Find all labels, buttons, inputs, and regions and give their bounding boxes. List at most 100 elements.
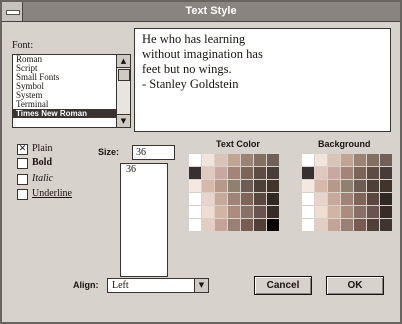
text-color-swatch[interactable] [202, 167, 214, 179]
background-color-swatch[interactable] [367, 219, 379, 231]
text-color-swatch[interactable] [267, 193, 279, 205]
background-color-swatch[interactable] [380, 154, 392, 166]
background-color-swatch[interactable] [367, 193, 379, 205]
down-arrow-icon[interactable]: ▼ [194, 278, 209, 293]
text-color-swatch[interactable] [254, 219, 266, 231]
background-color-swatch[interactable] [315, 167, 327, 179]
background-color-swatch[interactable] [328, 219, 340, 231]
background-color-swatch[interactable] [302, 167, 314, 179]
background-color-swatch[interactable] [354, 180, 366, 192]
underline-checkbox[interactable] [17, 189, 28, 200]
text-color-swatch[interactable] [241, 206, 253, 218]
text-color-swatch[interactable] [228, 219, 240, 231]
text-color-swatch[interactable] [254, 206, 266, 218]
text-color-swatch[interactable] [215, 154, 227, 166]
background-color-swatch[interactable] [367, 180, 379, 192]
background-color-swatch[interactable] [328, 167, 340, 179]
text-color-swatch[interactable] [241, 154, 253, 166]
text-color-swatch[interactable] [267, 219, 279, 231]
text-color-swatch[interactable] [254, 154, 266, 166]
font-list-scrollbar[interactable]: ▲ ▼ [116, 55, 130, 127]
background-color-swatch[interactable] [315, 206, 327, 218]
size-listbox[interactable]: 36 [120, 163, 168, 277]
text-color-swatch[interactable] [202, 193, 214, 205]
text-color-swatch[interactable] [228, 193, 240, 205]
background-color-swatch[interactable] [367, 206, 379, 218]
text-color-swatch[interactable] [189, 193, 201, 205]
background-color-swatch[interactable] [328, 206, 340, 218]
background-color-swatch[interactable] [315, 154, 327, 166]
background-color-swatch[interactable] [380, 219, 392, 231]
background-color-swatch[interactable] [302, 219, 314, 231]
background-color-swatch[interactable] [328, 180, 340, 192]
text-color-swatch[interactable] [189, 219, 201, 231]
background-color-swatch[interactable] [367, 154, 379, 166]
background-color-swatch[interactable] [302, 206, 314, 218]
background-color-swatch[interactable] [341, 206, 353, 218]
background-color-swatch[interactable] [354, 193, 366, 205]
plain-checkbox[interactable]: ✕ [17, 144, 28, 155]
background-color-swatch[interactable] [315, 180, 327, 192]
text-color-swatch[interactable] [202, 180, 214, 192]
cancel-button[interactable]: Cancel [254, 276, 312, 295]
background-color-palette[interactable] [302, 154, 392, 231]
text-color-swatch[interactable] [189, 154, 201, 166]
italic-checkbox[interactable] [17, 174, 28, 185]
system-menu-icon[interactable] [2, 2, 23, 21]
text-color-swatch[interactable] [202, 206, 214, 218]
text-color-swatch[interactable] [189, 180, 201, 192]
background-color-swatch[interactable] [315, 219, 327, 231]
bold-checkbox[interactable] [17, 158, 28, 169]
text-color-swatch[interactable] [241, 167, 253, 179]
text-color-swatch[interactable] [228, 180, 240, 192]
background-color-swatch[interactable] [354, 219, 366, 231]
background-color-swatch[interactable] [380, 167, 392, 179]
text-color-swatch[interactable] [267, 167, 279, 179]
background-color-swatch[interactable] [367, 167, 379, 179]
text-color-swatch[interactable] [202, 219, 214, 231]
background-color-swatch[interactable] [341, 167, 353, 179]
text-color-swatch[interactable] [215, 167, 227, 179]
text-color-swatch[interactable] [267, 206, 279, 218]
background-color-swatch[interactable] [341, 193, 353, 205]
text-color-swatch[interactable] [241, 219, 253, 231]
text-color-swatch[interactable] [228, 167, 240, 179]
background-color-swatch[interactable] [315, 193, 327, 205]
text-color-swatch[interactable] [267, 154, 279, 166]
background-color-swatch[interactable] [341, 219, 353, 231]
background-color-swatch[interactable] [302, 180, 314, 192]
text-color-swatch[interactable] [189, 167, 201, 179]
text-color-swatch[interactable] [254, 180, 266, 192]
text-color-swatch[interactable] [241, 180, 253, 192]
align-select[interactable]: Left [107, 278, 195, 293]
background-color-swatch[interactable] [380, 180, 392, 192]
background-color-swatch[interactable] [328, 193, 340, 205]
text-color-swatch[interactable] [228, 206, 240, 218]
text-color-swatch[interactable] [254, 167, 266, 179]
background-color-swatch[interactable] [302, 154, 314, 166]
size-list-item[interactable]: 36 [121, 164, 167, 176]
font-listbox[interactable]: Roman Script Small Fonts Symbol System Termin… [12, 54, 131, 128]
up-arrow-icon[interactable]: ▲ [117, 55, 130, 68]
text-color-swatch[interactable] [228, 154, 240, 166]
text-color-swatch[interactable] [202, 154, 214, 166]
font-list-item[interactable]: Times New Roman [13, 109, 116, 118]
text-color-swatch[interactable] [267, 180, 279, 192]
background-color-swatch[interactable] [341, 180, 353, 192]
text-color-swatch[interactable] [254, 193, 266, 205]
font-list-item[interactable]: Terminal [13, 100, 116, 109]
text-color-swatch[interactable] [215, 180, 227, 192]
background-color-swatch[interactable] [354, 206, 366, 218]
text-color-swatch[interactable] [215, 193, 227, 205]
background-color-swatch[interactable] [354, 167, 366, 179]
size-input[interactable]: 36 [132, 145, 175, 160]
down-arrow-icon[interactable]: ▼ [117, 114, 130, 127]
text-color-swatch[interactable] [215, 219, 227, 231]
background-color-swatch[interactable] [341, 154, 353, 166]
background-color-swatch[interactable] [328, 154, 340, 166]
text-color-palette[interactable] [189, 154, 279, 231]
background-color-swatch[interactable] [380, 193, 392, 205]
text-color-swatch[interactable] [215, 206, 227, 218]
ok-button[interactable]: OK [326, 276, 384, 295]
text-color-swatch[interactable] [241, 193, 253, 205]
